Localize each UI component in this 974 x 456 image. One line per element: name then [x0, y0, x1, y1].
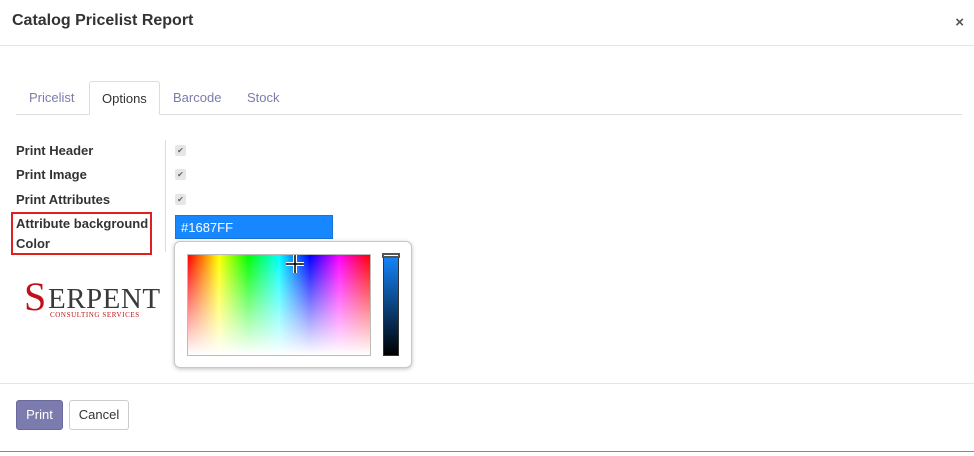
close-icon[interactable]: × [955, 14, 964, 31]
label-divider [165, 140, 166, 252]
tab-stock[interactable]: Stock [234, 81, 294, 115]
tab-bar: Pricelist Options Barcode Stock [16, 81, 962, 115]
highlight-annotation [11, 212, 152, 255]
hue-slider[interactable] [382, 253, 400, 356]
tab-pricelist[interactable]: Pricelist [16, 81, 89, 115]
hue-slider-handle[interactable] [382, 253, 400, 258]
crosshair-icon[interactable] [285, 254, 305, 274]
attribute-bg-color-input[interactable]: #1687FF [175, 215, 333, 239]
company-logo: S ERPENT CONSULTING SERVICES [24, 277, 164, 323]
tab-options[interactable]: Options [89, 81, 160, 115]
dialog-header: Catalog Pricelist Report × [0, 0, 974, 46]
print-header-label: Print Header [16, 143, 94, 158]
print-attributes-label: Print Attributes [16, 192, 111, 207]
saturation-value-area[interactable] [187, 254, 371, 356]
dialog-title: Catalog Pricelist Report [12, 12, 194, 29]
logo-subtitle: CONSULTING SERVICES [50, 311, 140, 319]
tab-barcode[interactable]: Barcode [160, 81, 234, 115]
print-image-label: Print Image [16, 167, 87, 182]
logo-wordmark: ERPENT [48, 283, 161, 315]
print-image-checkbox[interactable]: ✔ [175, 169, 186, 180]
cancel-button[interactable]: Cancel [69, 400, 129, 430]
color-picker-popup [174, 241, 412, 368]
print-header-checkbox[interactable]: ✔ [175, 145, 186, 156]
print-button[interactable]: Print [16, 400, 63, 430]
logo-initial: S [24, 274, 47, 319]
print-attributes-checkbox[interactable]: ✔ [175, 194, 186, 205]
footer-divider [0, 383, 974, 384]
background-page-strip [0, 451, 974, 456]
